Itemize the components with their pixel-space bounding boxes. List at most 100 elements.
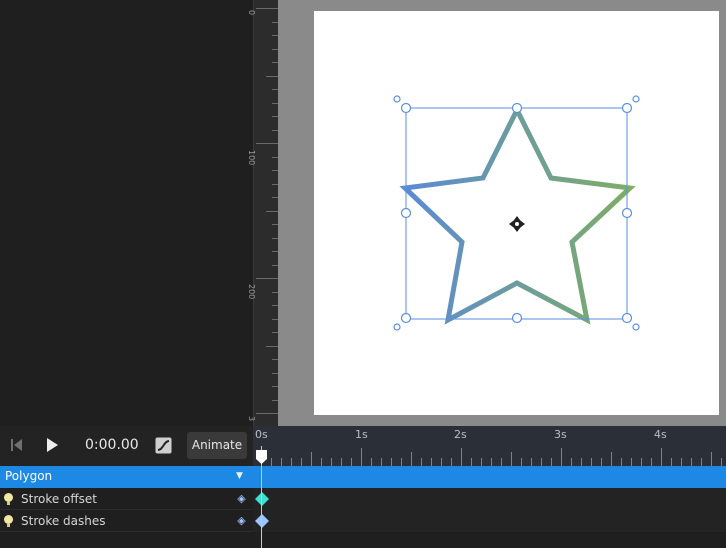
- property-row-stroke-offset[interactable]: Stroke offset ◈: [0, 488, 726, 510]
- time-tick: [641, 458, 642, 466]
- rotate-handle[interactable]: [632, 95, 640, 103]
- property-track[interactable]: [253, 510, 726, 532]
- time-tick: [651, 458, 652, 466]
- time-tick: [461, 448, 462, 466]
- ruler-tick: [256, 8, 278, 9]
- add-keyframe-icon[interactable]: ◈: [236, 515, 247, 526]
- time-tick: [521, 458, 522, 466]
- time-tick: [531, 458, 532, 466]
- skip-start-icon[interactable]: [10, 437, 24, 453]
- selection-bounding-box: [405, 107, 628, 320]
- time-tick: [601, 458, 602, 466]
- time-tick: [701, 458, 702, 466]
- time-tick-label: 2s: [454, 428, 467, 441]
- vertical-ruler: 0 100 200 3: [247, 0, 278, 426]
- stage-overlay[interactable]: [278, 0, 726, 426]
- left-panel: [0, 0, 253, 426]
- property-label: Stroke dashes: [21, 514, 106, 528]
- time-tick: [661, 448, 662, 466]
- time-tick: [681, 458, 682, 466]
- rotate-handle[interactable]: [393, 323, 401, 331]
- time-tick-label: 1s: [355, 428, 368, 441]
- time-tick: [371, 458, 372, 466]
- resize-handle[interactable]: [621, 102, 633, 114]
- time-tick: [291, 458, 292, 466]
- resize-handle[interactable]: [511, 102, 523, 114]
- ruler-tick: [266, 210, 278, 212]
- resize-handle[interactable]: [400, 312, 412, 324]
- current-time[interactable]: 0:00.00: [85, 437, 139, 453]
- ruler-tick: [266, 345, 278, 347]
- curve-editor-icon[interactable]: [155, 437, 172, 454]
- time-tick: [441, 458, 442, 466]
- add-keyframe-icon[interactable]: ◈: [236, 493, 247, 504]
- time-tick: [331, 458, 332, 466]
- ruler-label: 100: [247, 150, 256, 166]
- bulb-icon[interactable]: [4, 493, 13, 505]
- time-tick: [411, 452, 412, 466]
- resize-handle[interactable]: [400, 207, 412, 219]
- time-tick: [721, 458, 722, 466]
- time-tick: [321, 458, 322, 466]
- time-tick: [621, 458, 622, 466]
- property-row-stroke-dashes[interactable]: Stroke dashes ◈: [0, 510, 726, 532]
- time-tick: [611, 452, 612, 466]
- time-tick: [541, 458, 542, 466]
- keyframe-diamond[interactable]: [255, 514, 269, 528]
- move-cursor-icon: [509, 216, 525, 232]
- time-tick: [301, 458, 302, 466]
- time-tick: [501, 458, 502, 466]
- time-tick: [391, 458, 392, 466]
- time-tick: [691, 458, 692, 466]
- time-tick: [431, 458, 432, 466]
- time-tick: [551, 458, 552, 466]
- time-tick: [421, 458, 422, 466]
- resize-handle[interactable]: [511, 312, 523, 324]
- layer-row-polygon[interactable]: [0, 466, 726, 488]
- time-tick: [561, 448, 562, 466]
- time-tick: [451, 458, 452, 466]
- layer-name: Polygon: [5, 469, 53, 483]
- time-tick: [511, 452, 512, 466]
- time-tick: [271, 458, 272, 466]
- resize-handle[interactable]: [400, 102, 412, 114]
- time-tick: [571, 458, 572, 466]
- time-tick-label: 0s: [255, 428, 268, 441]
- time-tick: [491, 458, 492, 466]
- property-label: Stroke offset: [21, 492, 98, 506]
- time-ruler[interactable]: 0s 1s 2s 3s 4s: [253, 426, 726, 466]
- ruler-tick: [256, 278, 278, 279]
- bulb-icon[interactable]: [4, 515, 13, 527]
- keyframe-diamond[interactable]: [255, 492, 269, 506]
- resize-handle[interactable]: [621, 207, 633, 219]
- playhead-handle[interactable]: [256, 450, 267, 464]
- time-tick: [671, 458, 672, 466]
- time-tick: [471, 458, 472, 466]
- property-track[interactable]: [253, 488, 726, 510]
- animate-button[interactable]: Animate: [187, 432, 247, 459]
- time-tick: [631, 458, 632, 466]
- time-tick: [281, 458, 282, 466]
- time-tick: [591, 458, 592, 466]
- rotate-handle[interactable]: [632, 323, 640, 331]
- time-tick: [341, 458, 342, 466]
- ruler-label: 200: [247, 284, 256, 300]
- time-tick: [381, 458, 382, 466]
- time-tick: [361, 448, 362, 466]
- time-tick-label: 3s: [554, 428, 567, 441]
- time-tick: [401, 458, 402, 466]
- resize-handle[interactable]: [621, 312, 633, 324]
- ruler-tick: [256, 143, 278, 144]
- time-tick-label: 4s: [654, 428, 667, 441]
- ruler-tick: [256, 413, 278, 414]
- time-tick: [711, 452, 712, 466]
- star-polygon[interactable]: [399, 104, 636, 325]
- ruler-label: 0: [247, 10, 256, 16]
- time-tick: [311, 452, 312, 466]
- ruler-label: 3: [247, 416, 256, 422]
- play-icon[interactable]: [45, 437, 59, 453]
- ruler-tick: [266, 75, 278, 77]
- rotate-handle[interactable]: [393, 95, 401, 103]
- time-tick: [351, 458, 352, 466]
- chevron-down-icon[interactable]: ▼: [236, 471, 243, 481]
